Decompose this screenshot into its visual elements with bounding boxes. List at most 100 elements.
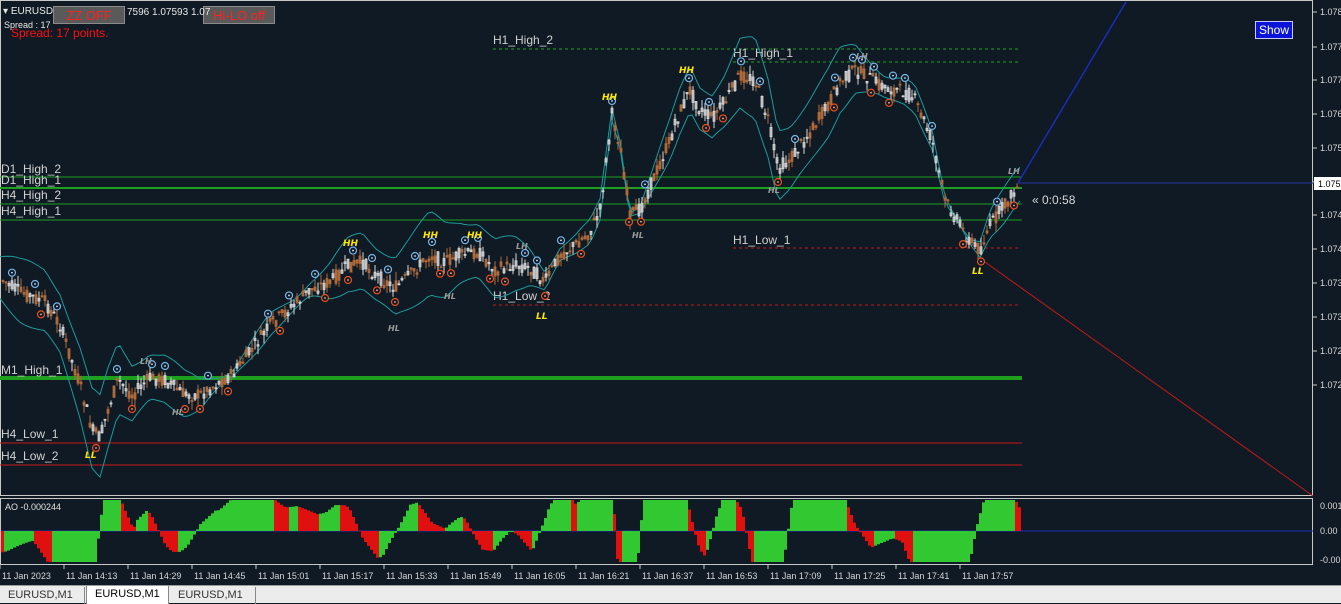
ao-histogram-bar	[259, 500, 262, 531]
candle	[694, 101, 698, 117]
ao-histogram-bar	[418, 505, 421, 531]
candle-body	[64, 338, 68, 342]
candle	[679, 104, 683, 112]
swing-high-dot	[164, 365, 166, 367]
candle	[715, 107, 719, 120]
ao-histogram-bar	[739, 506, 742, 531]
swing-high-dot	[464, 239, 466, 242]
swing-high-marker	[367, 253, 377, 263]
candle-body	[742, 71, 746, 83]
candle	[883, 84, 887, 94]
candle-body	[820, 106, 824, 120]
ao-histogram-bar	[709, 531, 712, 540]
h4-low-2-label: H4_Low_2	[1, 449, 59, 463]
swing-low-marker	[624, 217, 634, 227]
ao-histogram-bar	[13, 531, 16, 548]
ao-histogram-bar	[862, 531, 865, 537]
candle	[46, 300, 50, 318]
candle	[394, 271, 398, 293]
candle-body	[577, 241, 581, 248]
ao-histogram-bar	[751, 531, 754, 562]
symbol-arrow-icon: ▾	[3, 6, 9, 17]
candle	[769, 123, 773, 141]
swing-label-lh: LH	[1008, 167, 1020, 176]
candle-body	[817, 112, 821, 121]
candle	[451, 251, 455, 260]
candle	[904, 82, 908, 104]
candle-body	[556, 255, 560, 266]
candle-body	[67, 348, 71, 359]
candle-body	[841, 80, 845, 83]
hilo-toggle-button[interactable]: Hi-LO off	[203, 6, 275, 24]
candle-body	[547, 270, 551, 276]
trend-projection-up	[1017, 1, 1127, 184]
swing-low-dot	[640, 220, 642, 223]
candle-body	[757, 85, 761, 88]
swing-label-hh: HH	[423, 231, 439, 241]
candle-body	[310, 288, 314, 291]
swing-low-dot	[777, 181, 779, 183]
candle-body	[859, 66, 863, 74]
candle	[325, 273, 329, 293]
chart-tab-2-active[interactable]: EURUSD,M1	[86, 586, 169, 604]
chart-tab-3[interactable]: EURUSD,M1	[170, 587, 256, 604]
ao-histogram-bar	[424, 513, 427, 531]
swing-low-marker	[127, 404, 137, 414]
swing-high-dot	[56, 305, 58, 308]
candle	[403, 271, 407, 280]
candle-body	[814, 125, 818, 128]
time-tick-label: 11 Jan 17:57	[962, 571, 1013, 581]
ao-histogram-bar	[298, 506, 301, 531]
candle	[799, 138, 803, 144]
candle	[238, 356, 242, 368]
swing-low-marker	[636, 217, 646, 226]
ao-histogram-bar	[4, 531, 7, 552]
candle-body	[403, 274, 407, 276]
ao-histogram-bar	[193, 531, 196, 535]
candle	[751, 70, 755, 91]
candle-body	[94, 427, 98, 433]
candle	[316, 282, 320, 296]
candle	[973, 238, 977, 249]
candle-body	[970, 237, 974, 244]
d1-high-1-label: D1_High_1	[1, 173, 61, 187]
show-button[interactable]: Show	[1255, 21, 1293, 39]
swing-low-marker	[485, 274, 495, 283]
candle	[1006, 200, 1010, 212]
candle-body	[730, 82, 734, 88]
swing-high-dot	[892, 74, 894, 77]
candle	[667, 132, 671, 149]
zz-toggle-button[interactable]: ZZ OFF	[53, 6, 125, 24]
ao-histogram-bar	[835, 500, 838, 531]
candle-body	[301, 290, 305, 297]
candle	[211, 386, 215, 391]
swing-high-dot	[536, 259, 538, 262]
time-tick-label: 11 Jan 14:45	[194, 571, 245, 581]
candle-body	[277, 311, 281, 314]
candle	[304, 290, 308, 297]
candle	[55, 309, 59, 333]
candle	[160, 371, 164, 389]
ao-histogram-bar	[997, 500, 1000, 531]
ao-histogram-bar	[43, 531, 46, 558]
ao-histogram-bar	[604, 500, 607, 531]
candle	[292, 300, 296, 315]
ao-histogram-bar	[508, 531, 511, 533]
candle	[277, 310, 281, 316]
chart-tab-1[interactable]: EURUSD,M1	[0, 587, 85, 604]
ao-histogram-bar	[436, 525, 439, 531]
ao-histogram-bar	[82, 531, 85, 562]
candle	[370, 275, 374, 281]
candle	[580, 235, 584, 241]
ao-histogram-bar	[349, 510, 352, 531]
candle	[514, 253, 518, 269]
candle	[637, 198, 641, 218]
ao-histogram-bar	[385, 531, 388, 550]
ao-histogram-bar	[907, 531, 910, 559]
candle	[364, 258, 368, 272]
ao-histogram-bar	[877, 531, 880, 545]
candle-body	[205, 386, 209, 392]
swing-low-dot	[833, 106, 835, 109]
chart-area[interactable]: H1_High_2H1_High_1H1_Low_1H1_Low_2D1_Hig…	[0, 0, 1341, 585]
candle-body	[799, 138, 803, 142]
